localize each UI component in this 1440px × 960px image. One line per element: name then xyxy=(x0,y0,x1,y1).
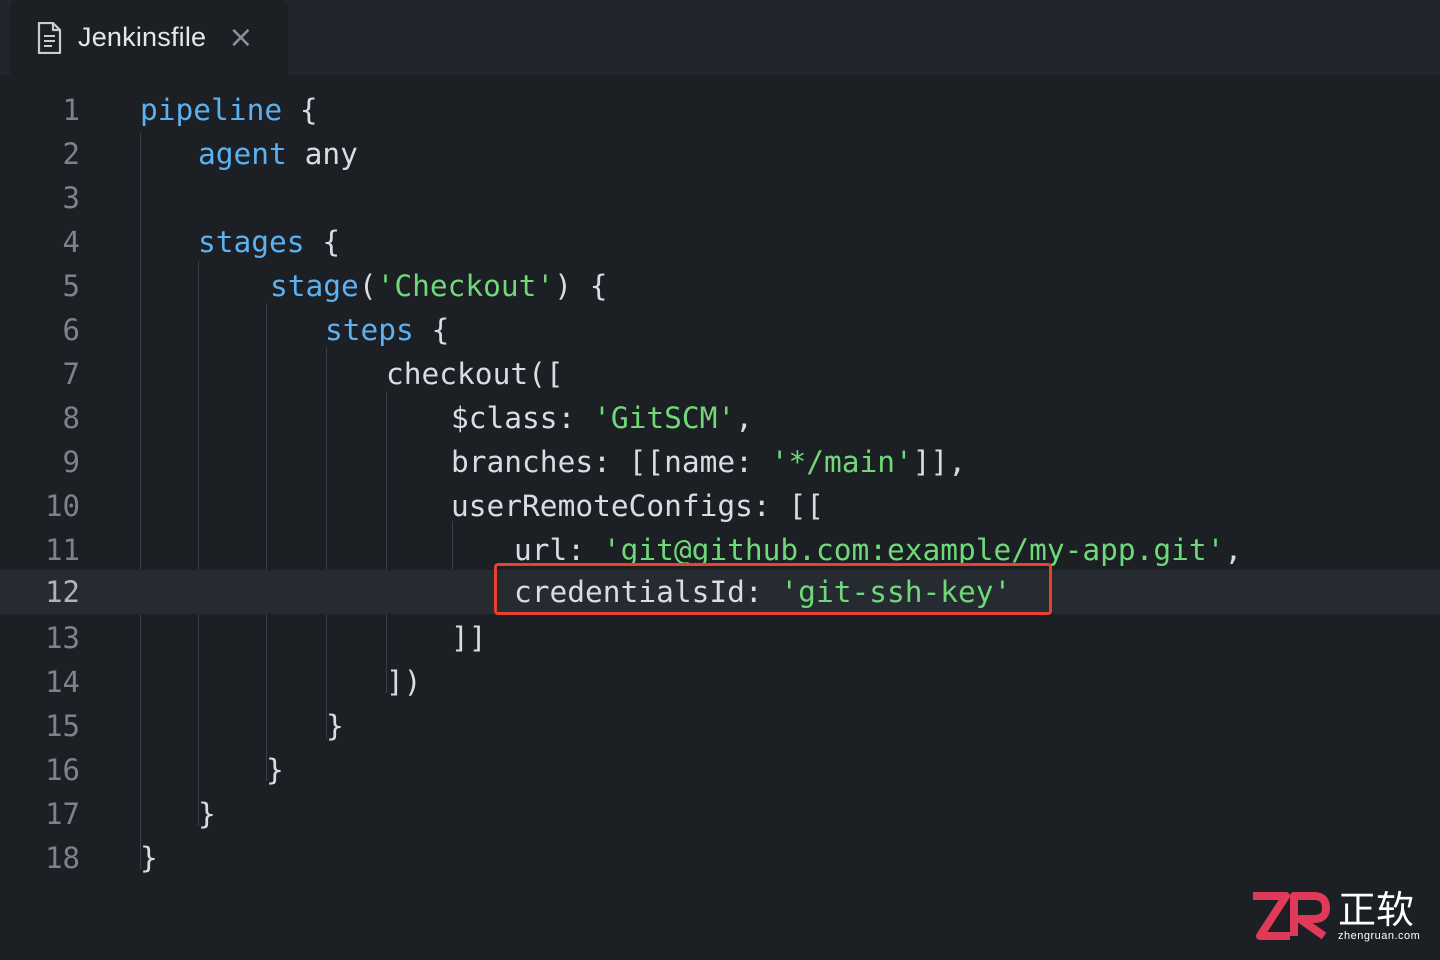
watermark: 正软 zhengruan.com xyxy=(1250,888,1430,948)
close-icon[interactable]: × xyxy=(228,22,253,53)
line-code: } xyxy=(140,836,158,880)
line-code: branches: [[name: '*/main']], xyxy=(451,440,966,484)
line-code: userRemoteConfigs: [[ xyxy=(451,484,824,528)
line-number: 14 xyxy=(45,665,80,699)
line-code: agent any xyxy=(198,132,358,176)
code-token: } xyxy=(266,753,284,787)
code-line[interactable]: 1 pipeline { xyxy=(0,88,1440,132)
code-line[interactable]: 15} xyxy=(0,704,1440,748)
code-line[interactable]: 14]) xyxy=(0,660,1440,704)
line-number: 13 xyxy=(45,621,80,655)
line-code: pipeline { xyxy=(140,88,318,132)
file-icon xyxy=(37,21,62,54)
code-token: ) { xyxy=(554,269,608,303)
code-token: { xyxy=(413,313,450,347)
code-token: { xyxy=(282,93,318,127)
keyword-token: agent xyxy=(198,137,287,171)
keyword-token: pipeline xyxy=(140,93,283,127)
line-code: checkout([ xyxy=(386,352,564,396)
line-code: $class: 'GitSCM', xyxy=(451,396,753,440)
code-token: userRemoteConfigs: [[ xyxy=(451,489,824,523)
code-token: ]) xyxy=(386,665,422,699)
code-token: ]], xyxy=(912,445,967,479)
line-number: 10 xyxy=(45,489,80,523)
code-token: $class: xyxy=(451,401,594,435)
code-token: any xyxy=(286,137,358,171)
code-line[interactable]: 6 steps { xyxy=(0,308,1440,352)
line-code: } xyxy=(266,748,284,792)
line-number: 17 xyxy=(45,797,80,831)
code-token: { xyxy=(304,225,341,259)
line-number: 16 xyxy=(45,753,80,787)
line-number: 12 xyxy=(45,575,80,609)
code-line[interactable]: 3 xyxy=(0,176,1440,220)
line-number: 4 xyxy=(62,225,80,259)
line-code: ]) xyxy=(386,660,422,704)
line-number: 6 xyxy=(62,313,80,347)
code-line[interactable]: 17} xyxy=(0,792,1440,836)
code-editor[interactable]: 1 pipeline {2 agent any 3 4 stages {5 stage('C… xyxy=(0,75,1440,960)
watermark-chinese: 正软 xyxy=(1338,888,1415,932)
code-token: checkout([ xyxy=(386,357,564,391)
code-token: url: xyxy=(514,533,603,567)
code-token: , xyxy=(1224,533,1243,567)
code-line[interactable]: 13]] xyxy=(0,616,1440,660)
code-token: } xyxy=(326,709,344,743)
highlight-annotation xyxy=(494,563,1052,615)
line-number: 15 xyxy=(45,709,80,743)
line-number: 7 xyxy=(62,357,80,391)
line-number: 11 xyxy=(45,533,80,567)
code-token: } xyxy=(140,841,158,875)
tab-bar: Jenkinsfile × xyxy=(0,0,1440,75)
string-token: 'git@github.com:example/my-app.git' xyxy=(602,533,1225,567)
code-line[interactable]: 16} xyxy=(0,748,1440,792)
line-number: 1 xyxy=(62,93,80,127)
string-token: 'GitSCM' xyxy=(593,401,736,435)
line-number: 9 xyxy=(62,445,80,479)
code-line[interactable]: 8 $class: 'GitSCM', xyxy=(0,396,1440,440)
code-token: branches: [[name: xyxy=(451,445,771,479)
line-number: 8 xyxy=(62,401,80,435)
keyword-token: stage xyxy=(270,269,359,303)
line-number: 3 xyxy=(62,181,80,215)
keyword-token: steps xyxy=(325,313,414,347)
zr-logo xyxy=(1253,892,1330,940)
code-line[interactable]: 2 agent any xyxy=(0,132,1440,176)
line-code: } xyxy=(198,792,216,836)
line-code: } xyxy=(326,704,344,748)
code-token: } xyxy=(198,797,216,831)
code-line[interactable]: 5 stage('Checkout') { xyxy=(0,264,1440,308)
tab-jenkinsfile[interactable]: Jenkinsfile × xyxy=(10,0,288,75)
code-token: , xyxy=(735,401,753,435)
line-number: 2 xyxy=(62,137,80,171)
code-line[interactable]: 7 checkout([ xyxy=(0,352,1440,396)
code-line[interactable]: 10 userRemoteConfigs: [[ xyxy=(0,484,1440,528)
code-token: ]] xyxy=(451,621,487,655)
code-line[interactable]: 9 branches: [[name: '*/main']], xyxy=(0,440,1440,484)
tab-title: Jenkinsfile xyxy=(78,22,207,52)
code-line[interactable]: 4 stages { xyxy=(0,220,1440,264)
string-token: 'Checkout' xyxy=(376,269,555,303)
line-code: ]] xyxy=(451,616,487,660)
line-code: stages { xyxy=(198,220,340,264)
keyword-token: stages xyxy=(198,225,305,259)
line-code: stage('Checkout') { xyxy=(270,264,607,308)
code-token: ( xyxy=(358,269,377,303)
line-code: steps { xyxy=(325,308,449,352)
watermark-url: zhengruan.com xyxy=(1338,930,1421,942)
line-number: 5 xyxy=(62,269,80,303)
string-token: '*/main' xyxy=(770,445,913,479)
line-number: 18 xyxy=(45,841,80,875)
code-line[interactable]: 18} xyxy=(0,836,1440,880)
